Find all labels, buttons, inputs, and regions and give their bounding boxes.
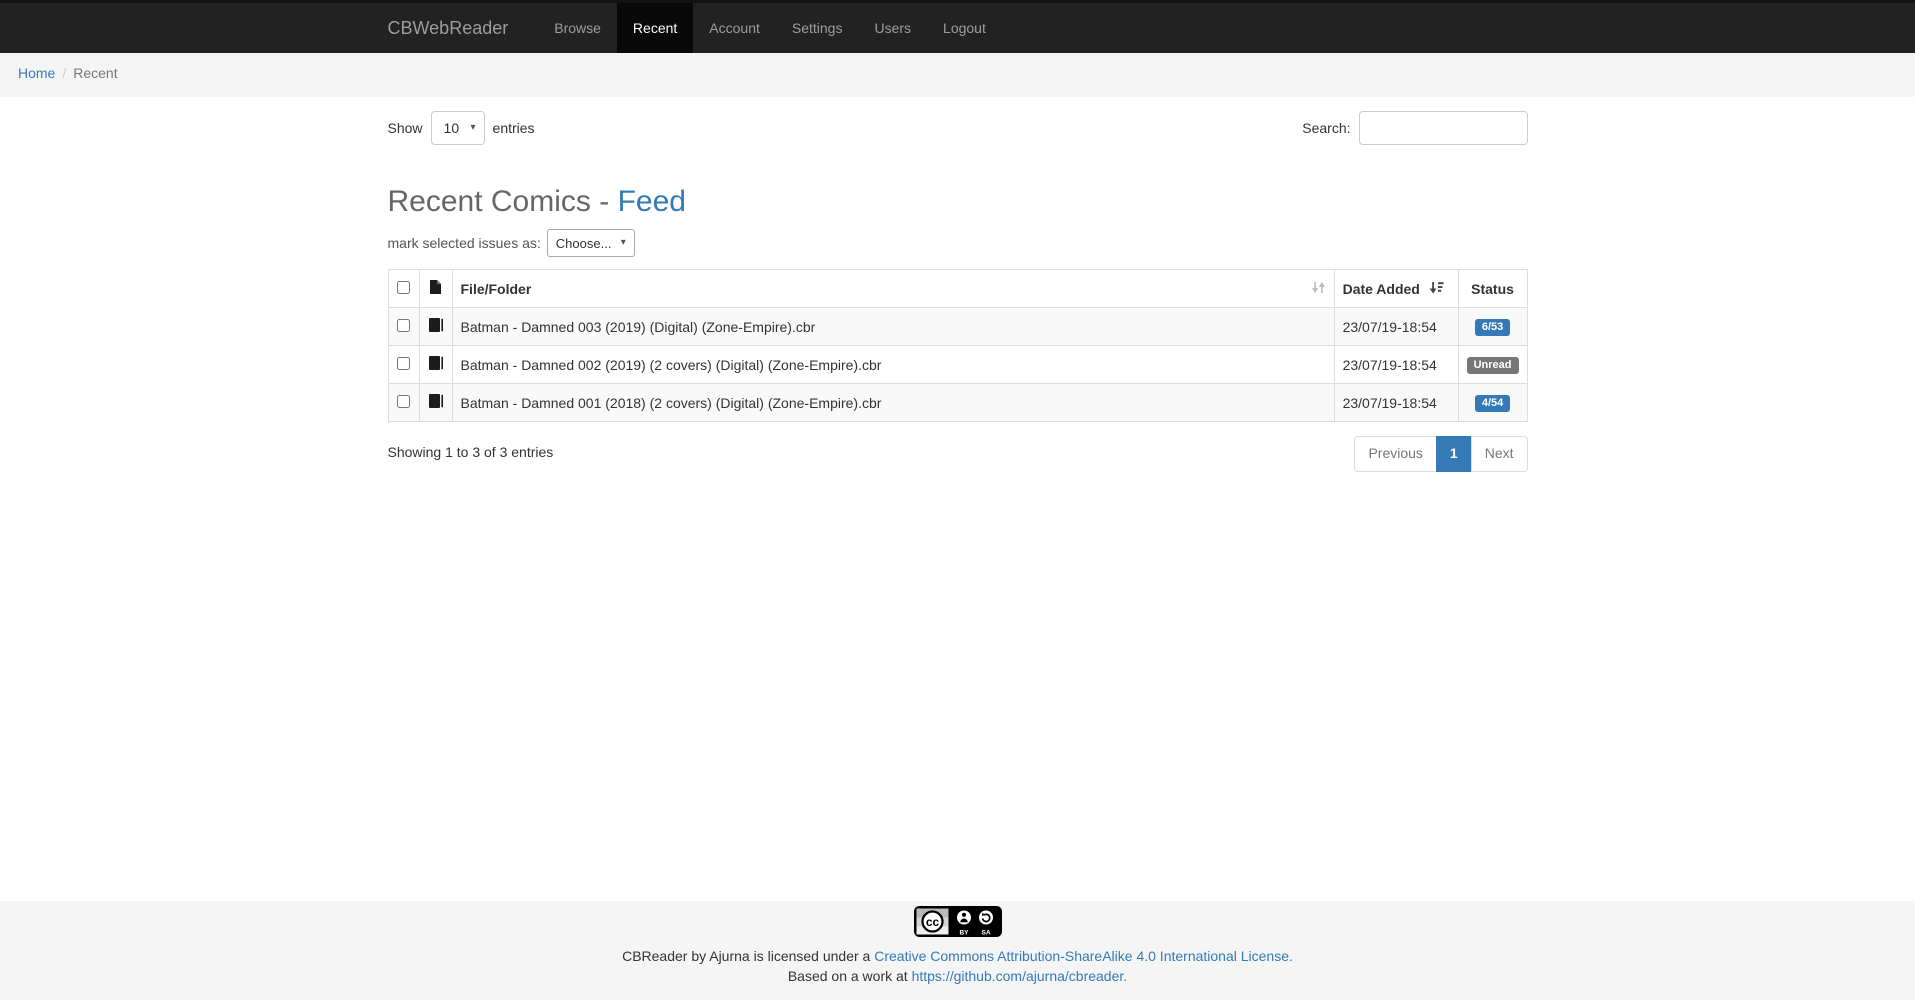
book-icon <box>428 358 444 374</box>
feed-link[interactable]: Feed <box>618 185 686 218</box>
file-icon <box>429 282 442 298</box>
pagination-previous-button[interactable]: Previous <box>1354 436 1436 472</box>
nav-item-browse[interactable]: Browse <box>538 3 617 53</box>
pagination-page-1-button[interactable]: 1 <box>1436 436 1472 472</box>
source-line: Based on a work at https://github.com/aj… <box>0 966 1915 986</box>
show-label: Show <box>388 120 423 136</box>
status-badge: 4/54 <box>1475 395 1510 412</box>
mark-selected-select[interactable]: Choose... <box>547 229 635 257</box>
entries-length-control: Show 10 ▾ entries <box>388 111 535 145</box>
breadcrumb-separator: / <box>55 65 73 81</box>
entries-label: entries <box>493 120 535 136</box>
brand-cbwebreader[interactable]: CBWebReader <box>388 3 524 53</box>
column-header-status: Status <box>1458 270 1527 308</box>
cc-by-label: BY <box>959 929 969 936</box>
nav-item-settings[interactable]: Settings <box>776 3 859 53</box>
table-row[interactable]: Batman - Damned 003 (2019) (Digital) (Zo… <box>388 308 1527 346</box>
table-header-row: File/Folder Date Added Stat <box>388 270 1527 308</box>
file-name-cell[interactable]: Batman - Damned 002 (2019) (2 covers) (D… <box>452 346 1334 384</box>
search-label: Search: <box>1302 120 1350 136</box>
main-content: Show 10 ▾ entries Search: Recent Comics … <box>388 111 1528 901</box>
page-title-text: Recent Comics - <box>388 185 618 218</box>
table-row[interactable]: Batman - Damned 002 (2019) (2 covers) (D… <box>388 346 1527 384</box>
license-link[interactable]: Creative Commons Attribution-ShareAlike … <box>874 948 1293 964</box>
file-folder-header-label: File/Folder <box>461 281 532 297</box>
top-navbar: CBWebReader Browse Recent Account Settin… <box>0 0 1915 53</box>
date-added-header-label: Date Added <box>1343 281 1420 297</box>
select-all-checkbox[interactable] <box>397 281 410 294</box>
table-row[interactable]: Batman - Damned 001 (2018) (2 covers) (D… <box>388 384 1527 422</box>
file-type-header <box>419 270 452 308</box>
nav-item-account[interactable]: Account <box>693 3 776 53</box>
entries-length-select[interactable]: 10 <box>431 111 485 145</box>
book-icon <box>428 320 444 336</box>
column-header-file-folder[interactable]: File/Folder <box>452 270 1334 308</box>
pagination: Previous 1 Next <box>1354 436 1527 472</box>
select-all-header <box>388 270 419 308</box>
row-checkbox[interactable] <box>397 395 410 408</box>
search-control: Search: <box>1302 111 1527 145</box>
column-header-date-added[interactable]: Date Added <box>1334 270 1458 308</box>
nav-item-logout[interactable]: Logout <box>927 3 1002 53</box>
site-footer: cc BY SA CBReader by Ajurna is licensed … <box>0 901 1915 1000</box>
status-badge: Unread <box>1467 357 1519 374</box>
cc-sa-label: SA <box>981 929 990 936</box>
row-checkbox[interactable] <box>397 319 410 332</box>
file-name-cell[interactable]: Batman - Damned 003 (2019) (Digital) (Zo… <box>452 308 1334 346</box>
date-added-cell: 23/07/19-18:54 <box>1334 308 1458 346</box>
sort-both-icon <box>1311 281 1326 297</box>
main-nav: Browse Recent Account Settings Users Log… <box>538 3 1002 53</box>
github-link[interactable]: https://github.com/ajurna/cbreader. <box>912 968 1128 984</box>
status-badge: 6/53 <box>1475 319 1510 336</box>
breadcrumb-home-link[interactable]: Home <box>18 65 55 81</box>
pagination-next-button[interactable]: Next <box>1471 436 1528 472</box>
book-icon <box>428 396 444 412</box>
nav-item-recent[interactable]: Recent <box>617 3 693 53</box>
recent-comics-table: File/Folder Date Added Stat <box>388 269 1528 422</box>
file-name-cell[interactable]: Batman - Damned 001 (2018) (2 covers) (D… <box>452 384 1334 422</box>
date-added-cell: 23/07/19-18:54 <box>1334 384 1458 422</box>
sort-desc-icon <box>1428 281 1444 297</box>
search-input[interactable] <box>1359 111 1528 145</box>
mark-selected-label: mark selected issues as: <box>388 235 541 251</box>
license-line: CBReader by Ajurna is licensed under a C… <box>0 946 1915 966</box>
cc-by-sa-badge[interactable]: cc BY SA <box>914 906 1002 937</box>
nav-item-users[interactable]: Users <box>858 3 927 53</box>
source-text: Based on a work at <box>788 968 908 984</box>
cc-logo-text: cc <box>925 915 939 929</box>
license-text: CBReader by Ajurna is licensed under a <box>622 948 870 964</box>
row-checkbox[interactable] <box>397 357 410 370</box>
breadcrumb: Home/Recent <box>0 53 1915 97</box>
breadcrumb-current: Recent <box>73 65 117 81</box>
date-added-cell: 23/07/19-18:54 <box>1334 346 1458 384</box>
mark-selected-control: mark selected issues as: Choose... ▾ <box>388 229 1528 257</box>
table-info: Showing 1 to 3 of 3 entries <box>388 436 554 460</box>
page-title: Recent Comics - Feed <box>388 185 1528 219</box>
status-header-label: Status <box>1471 281 1514 297</box>
